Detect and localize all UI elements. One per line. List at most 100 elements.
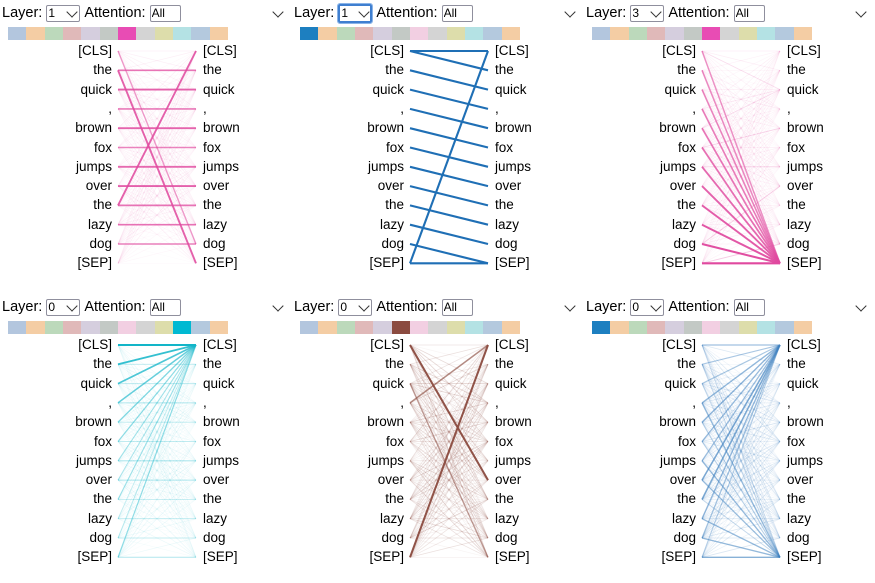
attention-head-selector[interactable]: [300, 27, 520, 40]
source-token[interactable]: ,: [400, 102, 404, 116]
head-swatch[interactable]: [428, 321, 447, 334]
source-token[interactable]: [SEP]: [661, 256, 696, 270]
target-token[interactable]: quick: [495, 377, 527, 391]
head-swatch-selected[interactable]: [592, 321, 611, 334]
source-token[interactable]: ,: [692, 102, 696, 116]
target-token[interactable]: the: [203, 198, 222, 212]
source-token[interactable]: quick: [80, 83, 112, 97]
layer-select-wrapper[interactable]: 01234567891011: [338, 298, 373, 316]
target-token[interactable]: brown: [203, 121, 240, 135]
target-token[interactable]: the: [495, 357, 514, 371]
layer-select[interactable]: 01234567891011: [338, 299, 373, 316]
source-token[interactable]: [SEP]: [77, 550, 112, 564]
source-token[interactable]: lazy: [380, 218, 404, 232]
target-token[interactable]: lazy: [203, 512, 227, 526]
head-swatch[interactable]: [318, 321, 337, 334]
source-token[interactable]: fox: [386, 434, 404, 449]
source-token[interactable]: the: [93, 492, 112, 506]
head-swatch[interactable]: [26, 27, 45, 40]
source-token[interactable]: brown: [75, 121, 112, 135]
layer-select[interactable]: 01234567891011: [630, 5, 665, 22]
layer-select-wrapper[interactable]: 01234567891011: [630, 4, 665, 22]
head-swatch[interactable]: [8, 27, 27, 40]
attention-select-wrapper[interactable]: All: [733, 298, 869, 316]
source-token[interactable]: ,: [400, 396, 404, 410]
attention-select[interactable]: All: [149, 299, 181, 316]
source-token[interactable]: over: [378, 473, 404, 487]
layer-select-wrapper[interactable]: 01234567891011: [630, 298, 665, 316]
head-swatch-selected[interactable]: [701, 27, 721, 40]
target-token[interactable]: [CLS]: [495, 338, 529, 352]
source-token[interactable]: brown: [659, 415, 696, 429]
source-token[interactable]: [SEP]: [77, 256, 112, 270]
target-token[interactable]: dog: [203, 531, 226, 545]
layer-select[interactable]: 01234567891011: [46, 5, 81, 22]
head-swatch[interactable]: [373, 321, 392, 334]
target-token[interactable]: the: [495, 492, 514, 506]
head-swatch[interactable]: [191, 27, 210, 40]
head-swatch[interactable]: [136, 321, 155, 334]
target-token[interactable]: the: [495, 198, 514, 212]
layer-select[interactable]: 01234567891011: [46, 299, 81, 316]
source-token[interactable]: lazy: [672, 512, 696, 526]
target-token[interactable]: quick: [203, 377, 235, 391]
head-swatch[interactable]: [8, 321, 27, 334]
source-token[interactable]: dog: [89, 237, 112, 251]
source-token[interactable]: quick: [80, 377, 112, 391]
target-token[interactable]: fox: [787, 140, 805, 155]
attention-head-selector[interactable]: [8, 321, 228, 334]
target-token[interactable]: [CLS]: [787, 44, 821, 58]
source-token[interactable]: lazy: [672, 218, 696, 232]
head-swatch[interactable]: [464, 27, 484, 40]
target-token[interactable]: quick: [787, 377, 819, 391]
source-token[interactable]: ,: [108, 102, 112, 116]
head-swatch[interactable]: [209, 321, 228, 334]
target-token[interactable]: jumps: [787, 454, 823, 468]
head-swatch[interactable]: [62, 321, 82, 334]
head-swatch[interactable]: [336, 321, 355, 334]
target-token[interactable]: over: [495, 473, 521, 487]
target-token[interactable]: [SEP]: [203, 550, 238, 564]
source-token[interactable]: fox: [94, 140, 112, 155]
source-token[interactable]: [SEP]: [661, 550, 696, 564]
head-swatch[interactable]: [136, 27, 155, 40]
source-token[interactable]: jumps: [368, 160, 404, 174]
source-token[interactable]: [SEP]: [369, 256, 404, 270]
target-token[interactable]: dog: [495, 237, 518, 251]
attention-select-wrapper[interactable]: All: [441, 4, 578, 22]
head-swatch-selected[interactable]: [172, 321, 192, 334]
target-token[interactable]: [SEP]: [495, 256, 530, 270]
attention-select[interactable]: All: [733, 5, 765, 22]
source-token[interactable]: fox: [678, 140, 696, 155]
attention-select[interactable]: All: [441, 5, 473, 22]
source-token[interactable]: the: [385, 492, 404, 506]
target-token[interactable]: over: [203, 179, 229, 193]
target-token[interactable]: [CLS]: [787, 338, 821, 352]
target-token[interactable]: dog: [787, 531, 810, 545]
target-token[interactable]: ,: [203, 396, 207, 410]
target-token[interactable]: the: [495, 63, 514, 77]
source-token[interactable]: the: [385, 63, 404, 77]
source-token[interactable]: ,: [692, 396, 696, 410]
target-token[interactable]: over: [787, 179, 813, 193]
source-token[interactable]: over: [378, 179, 404, 193]
source-token[interactable]: fox: [386, 140, 404, 155]
head-swatch[interactable]: [483, 27, 502, 40]
source-token[interactable]: over: [670, 473, 696, 487]
target-token[interactable]: lazy: [495, 512, 519, 526]
head-swatch[interactable]: [318, 27, 337, 40]
source-token[interactable]: dog: [381, 237, 404, 251]
source-token[interactable]: lazy: [88, 512, 112, 526]
head-swatch[interactable]: [99, 27, 118, 40]
target-token[interactable]: quick: [203, 83, 235, 97]
source-token[interactable]: lazy: [380, 512, 404, 526]
layer-select-wrapper[interactable]: 01234567891011: [46, 298, 81, 316]
head-swatch[interactable]: [501, 27, 520, 40]
target-token[interactable]: lazy: [787, 512, 811, 526]
head-swatch[interactable]: [775, 321, 794, 334]
head-swatch[interactable]: [683, 27, 702, 40]
head-swatch[interactable]: [117, 321, 137, 334]
head-swatch[interactable]: [62, 27, 82, 40]
head-swatch[interactable]: [628, 321, 647, 334]
target-token[interactable]: [CLS]: [203, 338, 237, 352]
